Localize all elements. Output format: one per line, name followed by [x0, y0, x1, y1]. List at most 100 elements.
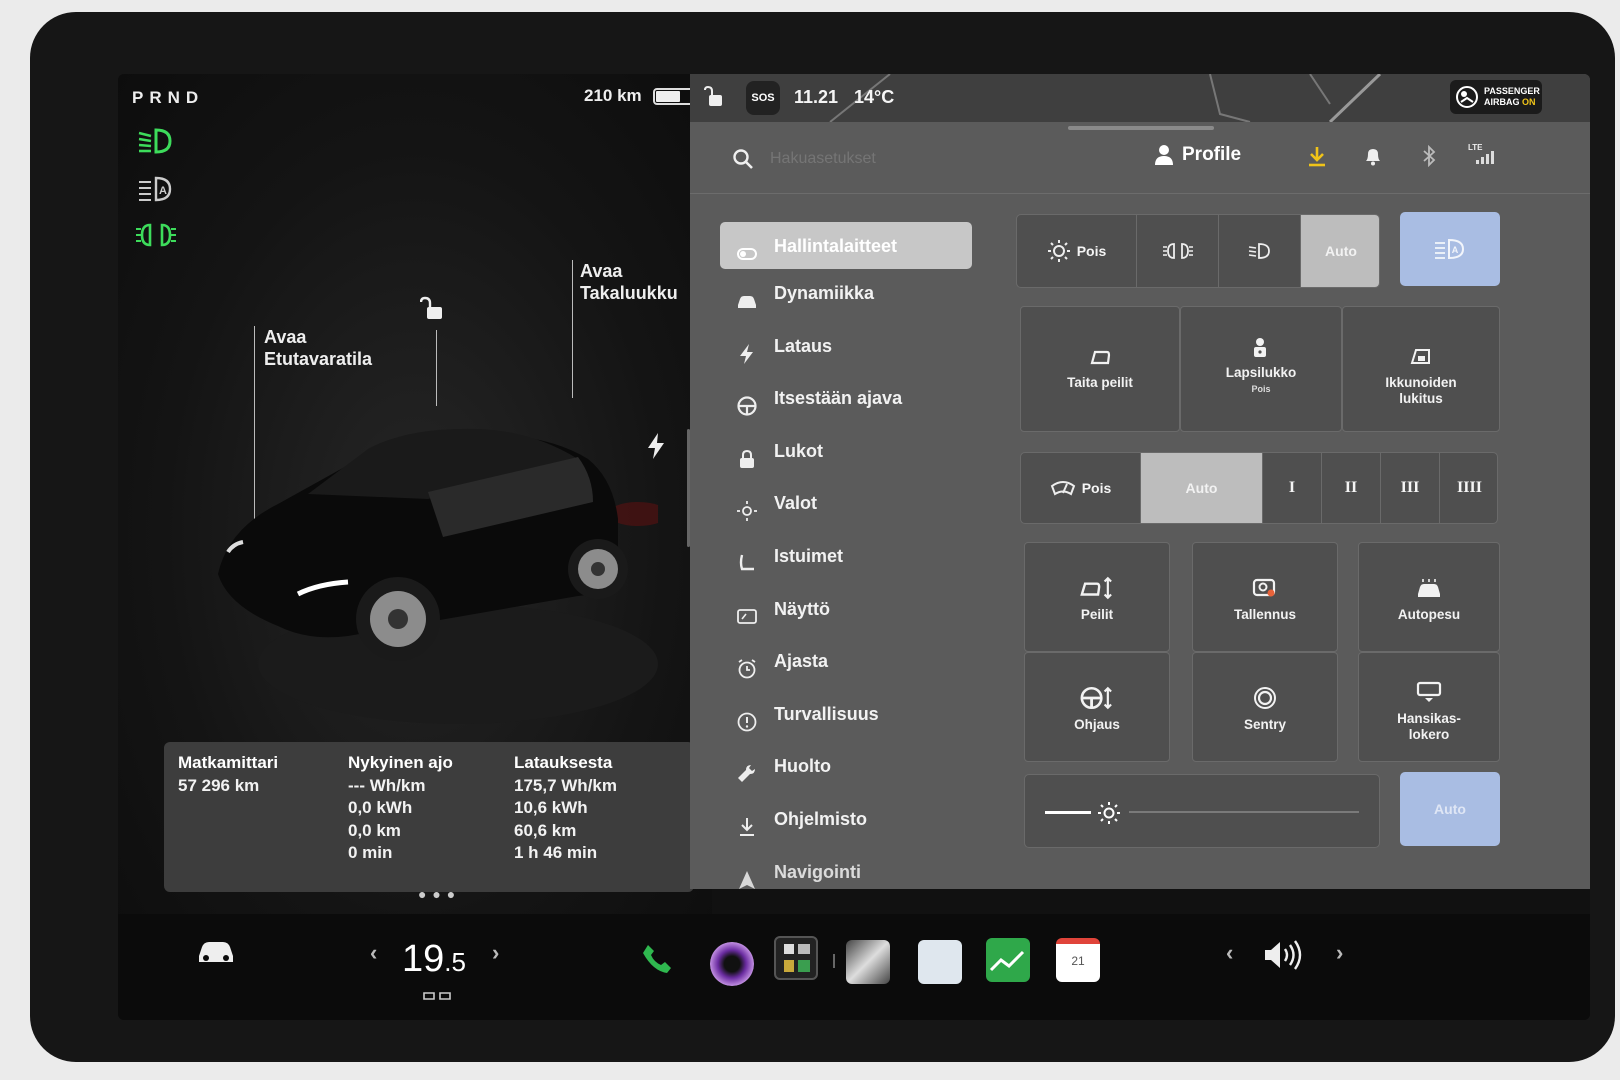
toybox-icon[interactable] [774, 936, 818, 980]
wipers-off-button[interactable]: Pois [1021, 453, 1141, 523]
tile-label: Tallennus [1233, 607, 1296, 622]
low-beam-icon[interactable] [136, 126, 176, 156]
volume-icon[interactable] [1262, 938, 1302, 972]
airbag-text: PASSENGER [1484, 86, 1540, 96]
energy-app-icon[interactable] [986, 938, 1030, 982]
alarm-clock-icon [738, 659, 756, 679]
parking-light-icon [1162, 243, 1193, 259]
wipers-auto-button[interactable]: Auto [1141, 453, 1263, 523]
map-strip[interactable]: SOS 11.21 14°C PASSENGER AIRBAG ON [690, 74, 1590, 122]
calendar-app-icon[interactable]: 21 [1056, 938, 1100, 982]
low-beam-button[interactable] [1219, 215, 1301, 287]
browser-app-icon[interactable] [918, 940, 962, 984]
tile-label: Taita peilit [1067, 375, 1133, 390]
headlights-off-button[interactable]: Pois [1017, 215, 1137, 287]
mirror-fold-tile[interactable]: Taita peilit [1020, 306, 1180, 432]
odometer-stats: Matkamittari 57 296 km [178, 752, 278, 797]
bluetooth-icon[interactable] [1418, 145, 1440, 167]
car-menu-icon[interactable] [196, 936, 236, 966]
auto-high-beam-icon[interactable]: A [136, 174, 176, 204]
display-icon [737, 608, 757, 624]
dashcam-tile[interactable]: Tallennus [1192, 542, 1338, 652]
glovebox-tile[interactable]: Hansikas- lokero [1358, 652, 1500, 762]
brightness-auto-button[interactable]: Auto [1400, 772, 1500, 846]
tile-label: Peilit [1080, 607, 1114, 622]
navigation-app-icon[interactable] [846, 940, 890, 984]
camera-icon[interactable] [710, 942, 754, 986]
svg-text:A: A [1452, 245, 1459, 255]
search-input[interactable] [770, 144, 1070, 174]
tile-label: Autopesu [1397, 607, 1461, 622]
menu-item-itsestään-ajava[interactable]: Itsestään ajava [720, 374, 972, 427]
menu-item-valot[interactable]: Valot [720, 479, 972, 532]
child-lock-tile[interactable]: Lapsilukko Pois [1180, 306, 1342, 432]
menu-item-huolto[interactable]: Huolto [720, 742, 972, 795]
cabin-temperature[interactable]: 19.5 [402, 938, 466, 981]
menu-item-näyttö[interactable]: Näyttö [720, 585, 972, 638]
trip-stats-card[interactable]: Matkamittari 57 296 km Nykyinen ajo --- … [164, 742, 694, 892]
open-frunk-button[interactable]: Avaa Etutavaratila [264, 326, 372, 370]
menu-item-istuimet[interactable]: Istuimet [720, 532, 972, 585]
temp-value: 19 [402, 938, 445, 980]
brightness-slider[interactable] [1024, 774, 1380, 848]
sentry-tile[interactable]: Sentry [1192, 652, 1338, 762]
menu-item-hallintalaitteet[interactable]: Hallintalaitteet [720, 222, 972, 269]
trunk-callout-line [572, 260, 573, 398]
clock: 11.21 [794, 87, 839, 107]
unlock-icon[interactable] [420, 296, 446, 322]
outside-temperature: 14°C [854, 87, 895, 107]
auto-high-beam-button[interactable]: A [1400, 212, 1500, 286]
car-wash-icon [1418, 579, 1440, 597]
sos-button[interactable]: SOS [746, 81, 780, 115]
menu-item-label: Navigointi [774, 861, 862, 882]
wiper-speed-1-button[interactable]: I [1263, 453, 1322, 523]
child-lock-icon [1254, 338, 1266, 357]
gear-indicator: PRND [132, 88, 205, 107]
profile-button[interactable]: Profile [1155, 144, 1241, 166]
steering-adjust-tile[interactable]: Ohjaus [1024, 652, 1170, 762]
steering-wheel-icon [737, 396, 757, 416]
car-3d-model[interactable] [198, 384, 658, 744]
drag-handle[interactable] [1068, 126, 1214, 130]
parking-lights-button[interactable] [1137, 215, 1219, 287]
menu-item-navigointi[interactable]: Navigointi [720, 848, 972, 901]
menu-item-lukot[interactable]: Lukot [720, 427, 972, 480]
wiper-speed-3-button[interactable]: III [1381, 453, 1440, 523]
car-wash-tile[interactable]: Autopesu [1358, 542, 1500, 652]
bottom-dock: ‹ 19.5 › 21 ‹ › [118, 914, 1590, 1020]
menu-item-label: Lukot [774, 440, 823, 461]
current-drive-stats: Nykyinen ajo --- Wh/km 0,0 kWh 0,0 km 0 … [348, 752, 453, 865]
menu-item-ajasta[interactable]: Ajasta [720, 637, 972, 690]
stat-line: 175,7 Wh/km [514, 775, 617, 795]
window-lock-tile[interactable]: Ikkunoiden lukitus [1342, 306, 1500, 432]
stat-line: 60,6 km [514, 820, 577, 840]
wiper-speed-label: I [1288, 479, 1296, 496]
volume-down-chevron[interactable]: ‹ [1226, 940, 1233, 966]
menu-item-ohjelmisto[interactable]: Ohjelmisto [720, 795, 972, 848]
wiper-speed-2-button[interactable]: II [1322, 453, 1381, 523]
fog-light-icon[interactable] [136, 220, 176, 250]
brightness-sun-icon [1098, 802, 1120, 824]
phone-icon[interactable] [640, 942, 676, 978]
menu-item-label: Valot [774, 493, 818, 514]
mirror-adjust-tile[interactable]: Peilit [1024, 542, 1170, 652]
temp-up-chevron[interactable]: › [492, 940, 499, 966]
stat-line: 0,0 km [348, 820, 401, 840]
wiper-speed-4-button[interactable]: IIII [1440, 453, 1497, 523]
page-dots[interactable]: ● ● ● [418, 886, 456, 902]
since-charge-stats: Latauksesta 175,7 Wh/km 10,6 kWh 60,6 km… [514, 752, 617, 865]
menu-item-dynamiikka[interactable]: Dynamiikka [720, 269, 972, 322]
temp-down-chevron[interactable]: ‹ [370, 940, 377, 966]
volume-up-chevron[interactable]: › [1336, 940, 1343, 966]
menu-item-turvallisuus[interactable]: Turvallisuus [720, 690, 972, 743]
menu-item-lataus[interactable]: Lataus [720, 322, 972, 375]
download-update-icon[interactable] [1306, 145, 1328, 167]
headlights-auto-button[interactable]: Auto [1301, 215, 1379, 287]
wipers-auto-label: Auto [1185, 480, 1218, 496]
menu-item-label: Lataus [774, 335, 833, 356]
bell-icon[interactable] [1362, 145, 1384, 167]
seat-heater-icon[interactable] [422, 990, 452, 1004]
open-trunk-button[interactable]: Avaa Takaluukku [580, 260, 678, 304]
menu-item-label: Istuimet [774, 545, 844, 566]
dock-divider [833, 954, 835, 968]
